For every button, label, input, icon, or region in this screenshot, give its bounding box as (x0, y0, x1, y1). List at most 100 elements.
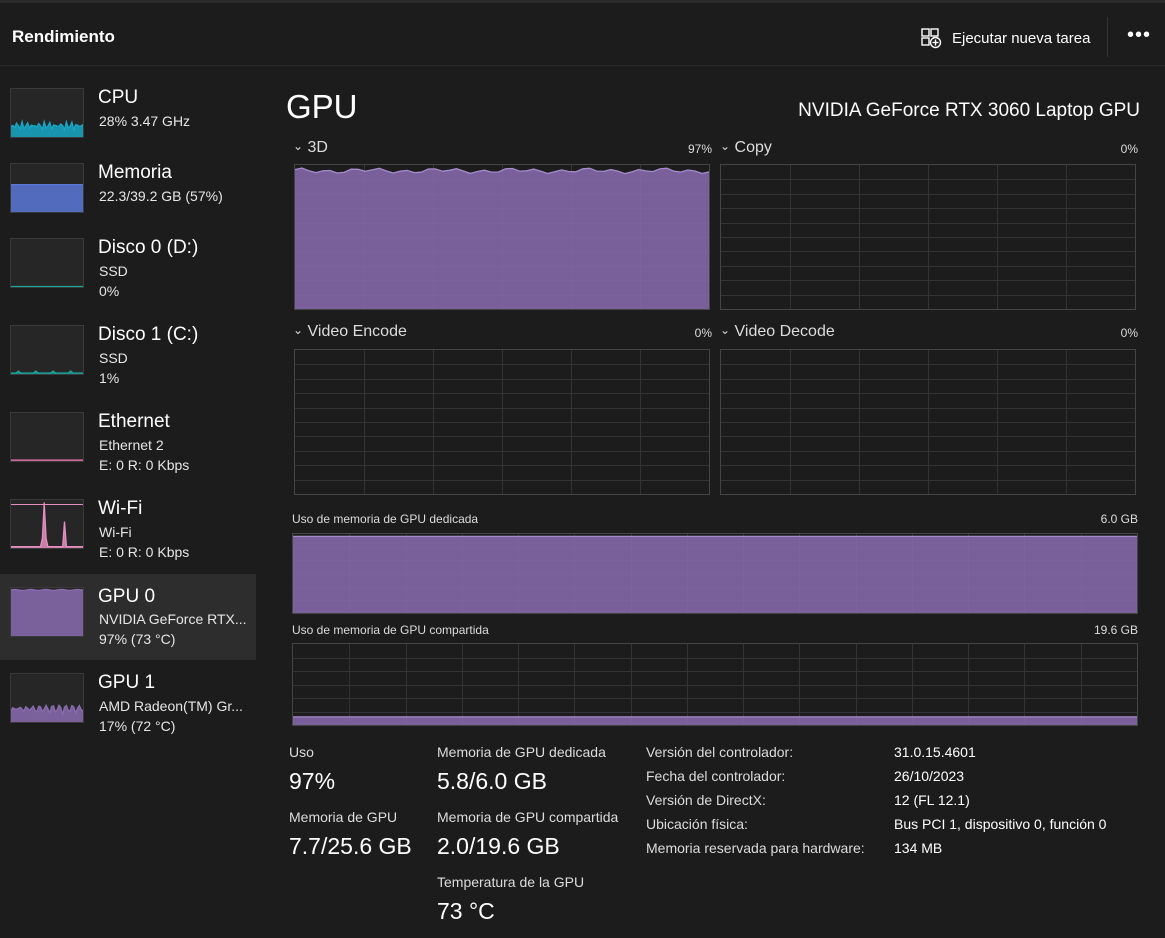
usage-label: Uso (289, 744, 314, 760)
gpu-memory-label: Memoria de GPU (289, 809, 398, 825)
driver-date-value: 26/10/2023 (894, 768, 965, 784)
engine-video-encode-graph (294, 349, 710, 495)
sidebar-item-detail-2: E: 0 R: 0 Kbps (99, 457, 190, 473)
engine-video-decode-graph (720, 349, 1136, 495)
shared-memory-stat-label: Memoria de GPU compartida (437, 809, 619, 825)
physical-location-value: Bus PCI 1, dispositivo 0, función 0 (894, 816, 1107, 832)
sidebar-item-detail: 28% 3.47 GHz (99, 113, 191, 129)
directx-version-key: Versión de DirectX: (646, 792, 766, 808)
toolbar-divider (1107, 17, 1108, 57)
sparkline-fill (11, 184, 83, 212)
dedicated-memory-stat-value: 5.8/6.0 GB (437, 768, 547, 794)
dedicated-memory-stat-label: Memoria de GPU dedicada (437, 744, 606, 760)
sidebar-item-detail: 22.3/39.2 GB (57%) (99, 188, 223, 204)
usage-value: 97% (289, 768, 336, 794)
chevron-down-icon: ⌄ (293, 139, 304, 153)
gpu-title: GPU (286, 88, 358, 125)
engine-video-decode-selector[interactable]: ⌄ Video Decode (720, 323, 835, 341)
engine-copy-selector[interactable]: ⌄ Copy (720, 139, 772, 157)
sidebar-item-name: Ethernet (98, 411, 170, 432)
sidebar-item-detail: AMD Radeon(TM) Gr... (99, 698, 243, 714)
sidebar-item-detail-2: 0% (99, 283, 120, 299)
engine-video-encode-selector[interactable]: ⌄ Video Encode (293, 323, 407, 341)
sidebar-item-ethernet[interactable]: Ethernet Ethernet 2 E: 0 R: 0 Kbps (0, 391, 256, 477)
sparkline-line (11, 502, 83, 548)
sidebar-item-name: Disco 1 (C:) (98, 324, 199, 345)
sidebar-item-name: Memoria (98, 162, 172, 183)
sidebar-item-detail-2: 1% (99, 370, 120, 386)
usage-graph-fill (295, 168, 709, 309)
title-bar: Rendimiento Ejecutar nueva tarea ••• (0, 0, 1165, 66)
sidebar: CPU 28% 3.47 GHz Memoria 22.3/39.2 GB (5… (0, 66, 256, 938)
gpu-temperature-label: Temperatura de la GPU (437, 874, 585, 890)
engine-percent: 0% (1120, 142, 1138, 156)
disk-1-mini-graph (10, 325, 84, 375)
chevron-down-icon: ⌄ (720, 323, 731, 337)
gpu-model-name: NVIDIA GeForce RTX 3060 Laptop GPU (798, 100, 1140, 121)
sidebar-item-disk-1[interactable]: Disco 1 (C:) SSD 1% (0, 304, 256, 390)
sidebar-item-name: Wi-Fi (98, 498, 143, 519)
engine-label: Copy (734, 139, 772, 156)
driver-version-value: 31.0.15.4601 (894, 744, 976, 760)
directx-version-value: 12 (FL 12.1) (894, 792, 970, 808)
ethernet-mini-graph (10, 412, 84, 462)
gpu-temperature-value: 73 °C (437, 898, 495, 924)
sidebar-item-memory[interactable]: Memoria 22.3/39.2 GB (57%) (0, 142, 256, 228)
sidebar-item-cpu[interactable]: CPU 28% 3.47 GHz (0, 67, 256, 153)
new-task-icon (921, 28, 942, 49)
dedicated-memory-max: 6.0 GB (1100, 512, 1138, 526)
driver-date-key: Fecha del controlador: (646, 768, 786, 784)
engine-label: Video Encode (307, 323, 407, 340)
sidebar-item-detail-2: E: 0 R: 0 Kbps (99, 544, 190, 560)
gpu-0-mini-graph (10, 587, 84, 637)
sidebar-item-detail: NVIDIA GeForce RTX... (99, 611, 247, 627)
memory-graph-fill (293, 536, 1137, 613)
more-options-button[interactable]: ••• (1127, 25, 1151, 45)
sidebar-item-name: GPU 0 (98, 586, 156, 607)
sidebar-item-name: Disco 0 (D:) (98, 237, 199, 258)
hardware-reserved-memory-key: Memoria reservada para hardware: (646, 840, 865, 856)
dedicated-memory-graph (292, 533, 1138, 614)
sidebar-item-detail-2: 17% (72 °C) (99, 718, 176, 734)
sidebar-item-detail: SSD (99, 263, 128, 279)
sidebar-item-detail: Wi-Fi (99, 524, 132, 540)
dedicated-memory-label: Uso de memoria de GPU dedicada (292, 512, 479, 526)
chevron-down-icon: ⌄ (293, 323, 304, 337)
hardware-reserved-memory-value: 134 MB (894, 840, 943, 856)
sidebar-item-detail-2: 97% (73 °C) (99, 631, 176, 647)
shared-memory-label: Uso de memoria de GPU compartida (292, 623, 489, 637)
run-new-task-label: Ejecutar nueva tarea (952, 29, 1091, 47)
engine-copy-graph (720, 164, 1136, 310)
engine-3d-graph (294, 164, 710, 310)
sidebar-item-gpu-1[interactable]: GPU 1 AMD Radeon(TM) Gr... 17% (72 °C) (0, 652, 256, 738)
memory-mini-graph (10, 163, 84, 213)
sidebar-item-disk-0[interactable]: Disco 0 (D:) SSD 0% (0, 217, 256, 303)
shared-memory-stat-value: 2.0/19.6 GB (437, 833, 560, 859)
gpu-1-mini-graph (10, 673, 84, 723)
sparkline-line (11, 370, 83, 374)
sidebar-item-detail: SSD (99, 350, 128, 366)
cpu-mini-graph (10, 88, 84, 138)
engine-label: 3D (307, 139, 328, 156)
chevron-down-icon: ⌄ (720, 139, 731, 153)
memory-graph-fill (293, 716, 1137, 725)
engine-percent: 0% (1120, 326, 1138, 340)
sidebar-item-gpu-0[interactable]: GPU 0 NVIDIA GeForce RTX... 97% (73 °C) (0, 574, 256, 660)
physical-location-key: Ubicación física: (646, 816, 748, 832)
gpu-memory-value: 7.7/25.6 GB (289, 833, 412, 859)
sidebar-item-wifi[interactable]: Wi-Fi Wi-Fi E: 0 R: 0 Kbps (0, 478, 256, 564)
engine-3d-selector[interactable]: ⌄ 3D (293, 139, 328, 157)
driver-version-key: Versión del controlador: (646, 744, 794, 760)
sidebar-item-detail: Ethernet 2 (99, 437, 164, 453)
shared-memory-max: 19.6 GB (1093, 623, 1138, 637)
sidebar-item-name: GPU 1 (98, 672, 156, 693)
shared-memory-graph (292, 643, 1138, 726)
engine-label: Video Decode (734, 323, 835, 340)
disk-0-mini-graph (10, 238, 84, 288)
sparkline-fill (11, 589, 83, 636)
gpu-detail-panel: GPU NVIDIA GeForce RTX 3060 Laptop GPU ⌄… (256, 66, 1165, 938)
run-new-task-button[interactable]: Ejecutar nueva tarea (920, 23, 1090, 53)
page-title: Rendimiento (12, 27, 115, 46)
wifi-mini-graph (10, 499, 84, 549)
sidebar-item-name: CPU (98, 87, 139, 108)
